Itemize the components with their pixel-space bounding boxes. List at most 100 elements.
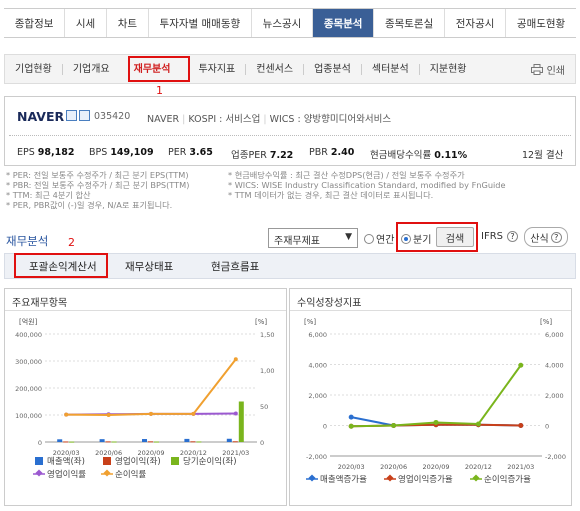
line-point xyxy=(149,411,153,416)
tab-balance-sheet[interactable]: 재무상태표 xyxy=(125,259,173,274)
radio-annual-dot[interactable] xyxy=(364,233,374,244)
nav-tab-chart[interactable]: 차트 xyxy=(107,9,149,37)
subnav-shareholding[interactable]: 지분현황 xyxy=(420,64,477,75)
bar xyxy=(196,441,202,443)
ifrs-label: IFRS xyxy=(481,231,503,242)
legend-label: 영업이익(좌) xyxy=(115,456,161,467)
notes-right: * 현금배당수익률 : 최근 결산 수정DPS(현금) / 전일 보통주 수정주… xyxy=(228,170,506,200)
radio-annual[interactable]: 연간 xyxy=(364,231,394,246)
series-line xyxy=(351,364,522,428)
x-tick-label: 2020/03 xyxy=(53,449,80,457)
nav-tab-disclosure[interactable]: 전자공시 xyxy=(445,9,507,37)
chevron-down-icon: ▼ xyxy=(345,232,352,242)
help-icon[interactable]: ? xyxy=(507,231,518,242)
help-icon: ? xyxy=(550,231,562,243)
sub-nav: 기업현황 기업개요 재무분석 투자지표 컨센서스 업종분석 섹터분석 지분현황 … xyxy=(4,54,576,84)
line-point xyxy=(348,423,354,429)
nav-tab-discussion[interactable]: 종목토론실 xyxy=(374,9,446,37)
left-axis-unit: [억원] xyxy=(19,317,38,326)
highlight-box-2 xyxy=(14,253,108,278)
home-icon[interactable] xyxy=(66,110,77,121)
y-tick-label: 400,000 xyxy=(15,331,42,339)
stock-icon[interactable] xyxy=(79,110,90,121)
subnav-industry-analysis[interactable]: 업종분석 xyxy=(304,63,362,75)
y2-tick-label: 1,50 xyxy=(260,331,274,339)
notes-left: * PER: 전일 보통주 수정주가 / 최근 분기 EPS(TTM) * PB… xyxy=(6,170,189,210)
x-tick-label: 2020/03 xyxy=(338,463,365,471)
y-tick-label: 0 xyxy=(323,423,327,431)
select-value: 주재무제표 xyxy=(274,236,320,247)
y2-tick-label: 50 xyxy=(260,403,268,411)
legend-label: 순이익증가율 xyxy=(484,474,531,485)
marker-2: 2 xyxy=(68,236,75,249)
line-point xyxy=(518,362,524,368)
bar xyxy=(105,441,111,443)
y-tick-label: 6,000 xyxy=(308,331,327,339)
financial-items-chart: [억원] [%] 400,000 300,000 200,000 100,000 0 1,50… xyxy=(15,317,274,480)
note-line: * PER, PBR값이 (-)일 경우, N/A로 표기됩니다. xyxy=(6,200,173,210)
subnav-sector-analysis[interactable]: 섹터분석 xyxy=(362,63,420,75)
legend-marker xyxy=(35,469,43,477)
line-point xyxy=(348,414,354,420)
bar xyxy=(148,441,153,443)
legend-label: 당기순이익(좌) xyxy=(183,456,237,467)
y-tick-label: -2,000 xyxy=(306,453,327,461)
bar xyxy=(57,439,63,442)
nav-tab-price[interactable]: 시세 xyxy=(65,9,107,37)
metric-pbr: PBR 2.40 xyxy=(309,147,355,158)
x-tick-label: 2020/09 xyxy=(137,449,164,457)
y2-tick-label: 0 xyxy=(545,423,549,431)
x-tick-label: 2020/12 xyxy=(180,449,207,457)
highlight-box-1 xyxy=(128,56,190,82)
bar xyxy=(226,438,232,442)
legend-swatch xyxy=(35,457,43,465)
financial-items-panel: 주요재무항목 [억원] [%] 400,000 300,000 200,000 100,0… xyxy=(4,288,287,506)
highlight-box-3 xyxy=(396,222,478,252)
statement-type-select[interactable]: 주재무제표 ▼ xyxy=(268,228,358,248)
legend-marker xyxy=(308,474,316,482)
bar xyxy=(184,438,190,442)
legend-marker xyxy=(103,469,111,477)
bar xyxy=(63,441,69,443)
y-tick-label: 200,000 xyxy=(15,385,42,393)
nav-tab-stock-analysis[interactable]: 종목분석 xyxy=(313,9,375,37)
legend-label: 순이익률 xyxy=(115,469,146,480)
tab-cash-flow[interactable]: 현금흐름표 xyxy=(211,259,259,274)
right-axis-unit: [%] xyxy=(540,318,552,326)
nav-tab-summary[interactable]: 종합정보 xyxy=(4,9,66,37)
ifrs-help[interactable]: IFRS ? xyxy=(481,231,518,242)
divider xyxy=(9,135,571,136)
wics-sector: WICS : 양방향미디어와서비스 xyxy=(269,114,392,125)
y-tick-label: 0 xyxy=(38,439,42,447)
subnav-company-status[interactable]: 기업현황 xyxy=(5,63,63,75)
formula-button[interactable]: 산식 ? xyxy=(524,227,568,247)
subnav-consensus[interactable]: 컨센서스 xyxy=(246,63,305,75)
note-line: * 현금배당수익률 : 최근 결산 수정DPS(현금) / 전일 보통주 수정주… xyxy=(228,170,465,180)
x-tick-label: 2020/06 xyxy=(95,449,122,457)
legend-label: 매출액(좌) xyxy=(47,456,85,467)
x-tick-label: 2020/12 xyxy=(465,463,492,471)
bar xyxy=(190,441,196,443)
formula-label: 산식 xyxy=(530,233,549,245)
metric-eps: EPS 98,182 xyxy=(17,147,75,158)
nav-tab-short-selling[interactable]: 공매도현황 xyxy=(506,9,576,37)
nav-tab-news[interactable]: 뉴스공시 xyxy=(252,9,314,37)
legend-swatch xyxy=(171,457,179,465)
note-line: * PER: 전일 보통주 수정주가 / 최근 분기 EPS(TTM) xyxy=(6,170,189,180)
x-tick-label: 2021/03 xyxy=(507,463,534,471)
line-point xyxy=(191,411,196,416)
line-point xyxy=(106,413,111,417)
right-axis-unit: [%] xyxy=(255,318,267,326)
print-label: 인쇄 xyxy=(546,65,565,77)
company-code: 035420 xyxy=(94,111,131,122)
line-point xyxy=(475,421,481,427)
print-button[interactable]: 인쇄 xyxy=(530,62,565,77)
profitability-growth-panel: 수익성장성지표 [%] [%] 6,000 4,000 2,000 0 -2,000 6,00… xyxy=(289,288,572,506)
nav-tab-investor-trading[interactable]: 투자자별 매매동향 xyxy=(149,9,252,37)
subnav-investment-indicators[interactable]: 투자지표 xyxy=(184,63,247,75)
company-name: NAVER xyxy=(17,109,65,124)
company-classification: NAVER | KOSPI : 서비스업 | WICS : 양방향미디어와서비스 xyxy=(147,114,392,125)
company-info-box: NAVER 035420 NAVER | KOSPI : 서비스업 | WICS… xyxy=(4,96,576,166)
bar xyxy=(238,401,244,442)
subnav-company-overview[interactable]: 기업개요 xyxy=(63,64,120,75)
